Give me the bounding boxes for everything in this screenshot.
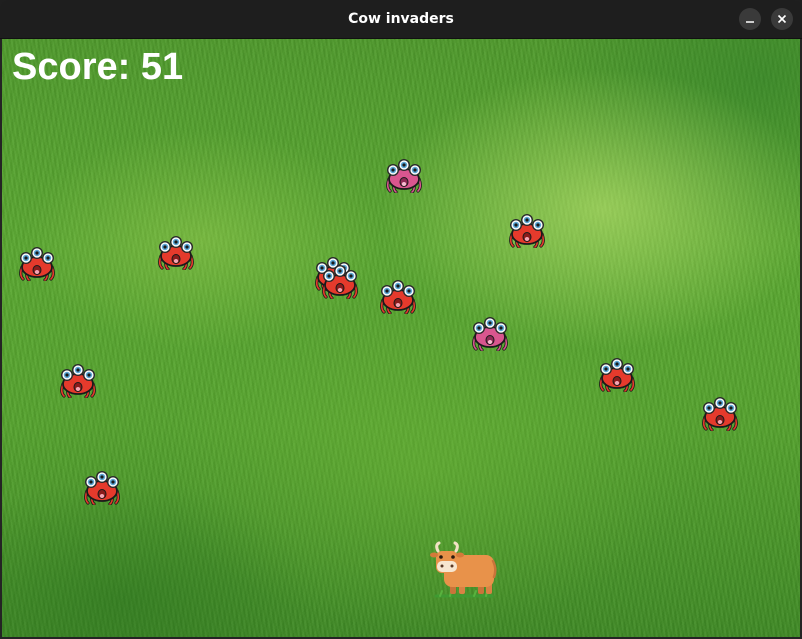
score-label: Score: 51 — [12, 46, 184, 88]
title-bar[interactable]: Cow invaders — [0, 0, 802, 39]
red-alien-icon — [320, 263, 360, 299]
close-button[interactable] — [771, 8, 793, 30]
minimize-icon — [746, 21, 754, 23]
minimize-button[interactable] — [739, 8, 761, 30]
red-alien-icon — [17, 245, 57, 281]
red-alien-icon — [156, 234, 196, 270]
red-alien-icon — [82, 469, 122, 505]
app-window: Cow invaders Score: 51 — [0, 0, 802, 639]
window-title: Cow invaders — [348, 11, 454, 27]
red-alien-icon — [378, 278, 418, 314]
red-alien-icon — [597, 356, 637, 392]
pink-alien-icon — [384, 157, 424, 193]
cow-icon[interactable] — [430, 541, 498, 601]
close-icon — [777, 14, 787, 24]
red-alien-icon — [700, 395, 740, 431]
red-alien-icon — [507, 212, 547, 248]
red-alien-icon — [58, 362, 98, 398]
game-canvas[interactable]: Score: 51 — [2, 39, 800, 637]
pink-alien-icon — [470, 315, 510, 351]
